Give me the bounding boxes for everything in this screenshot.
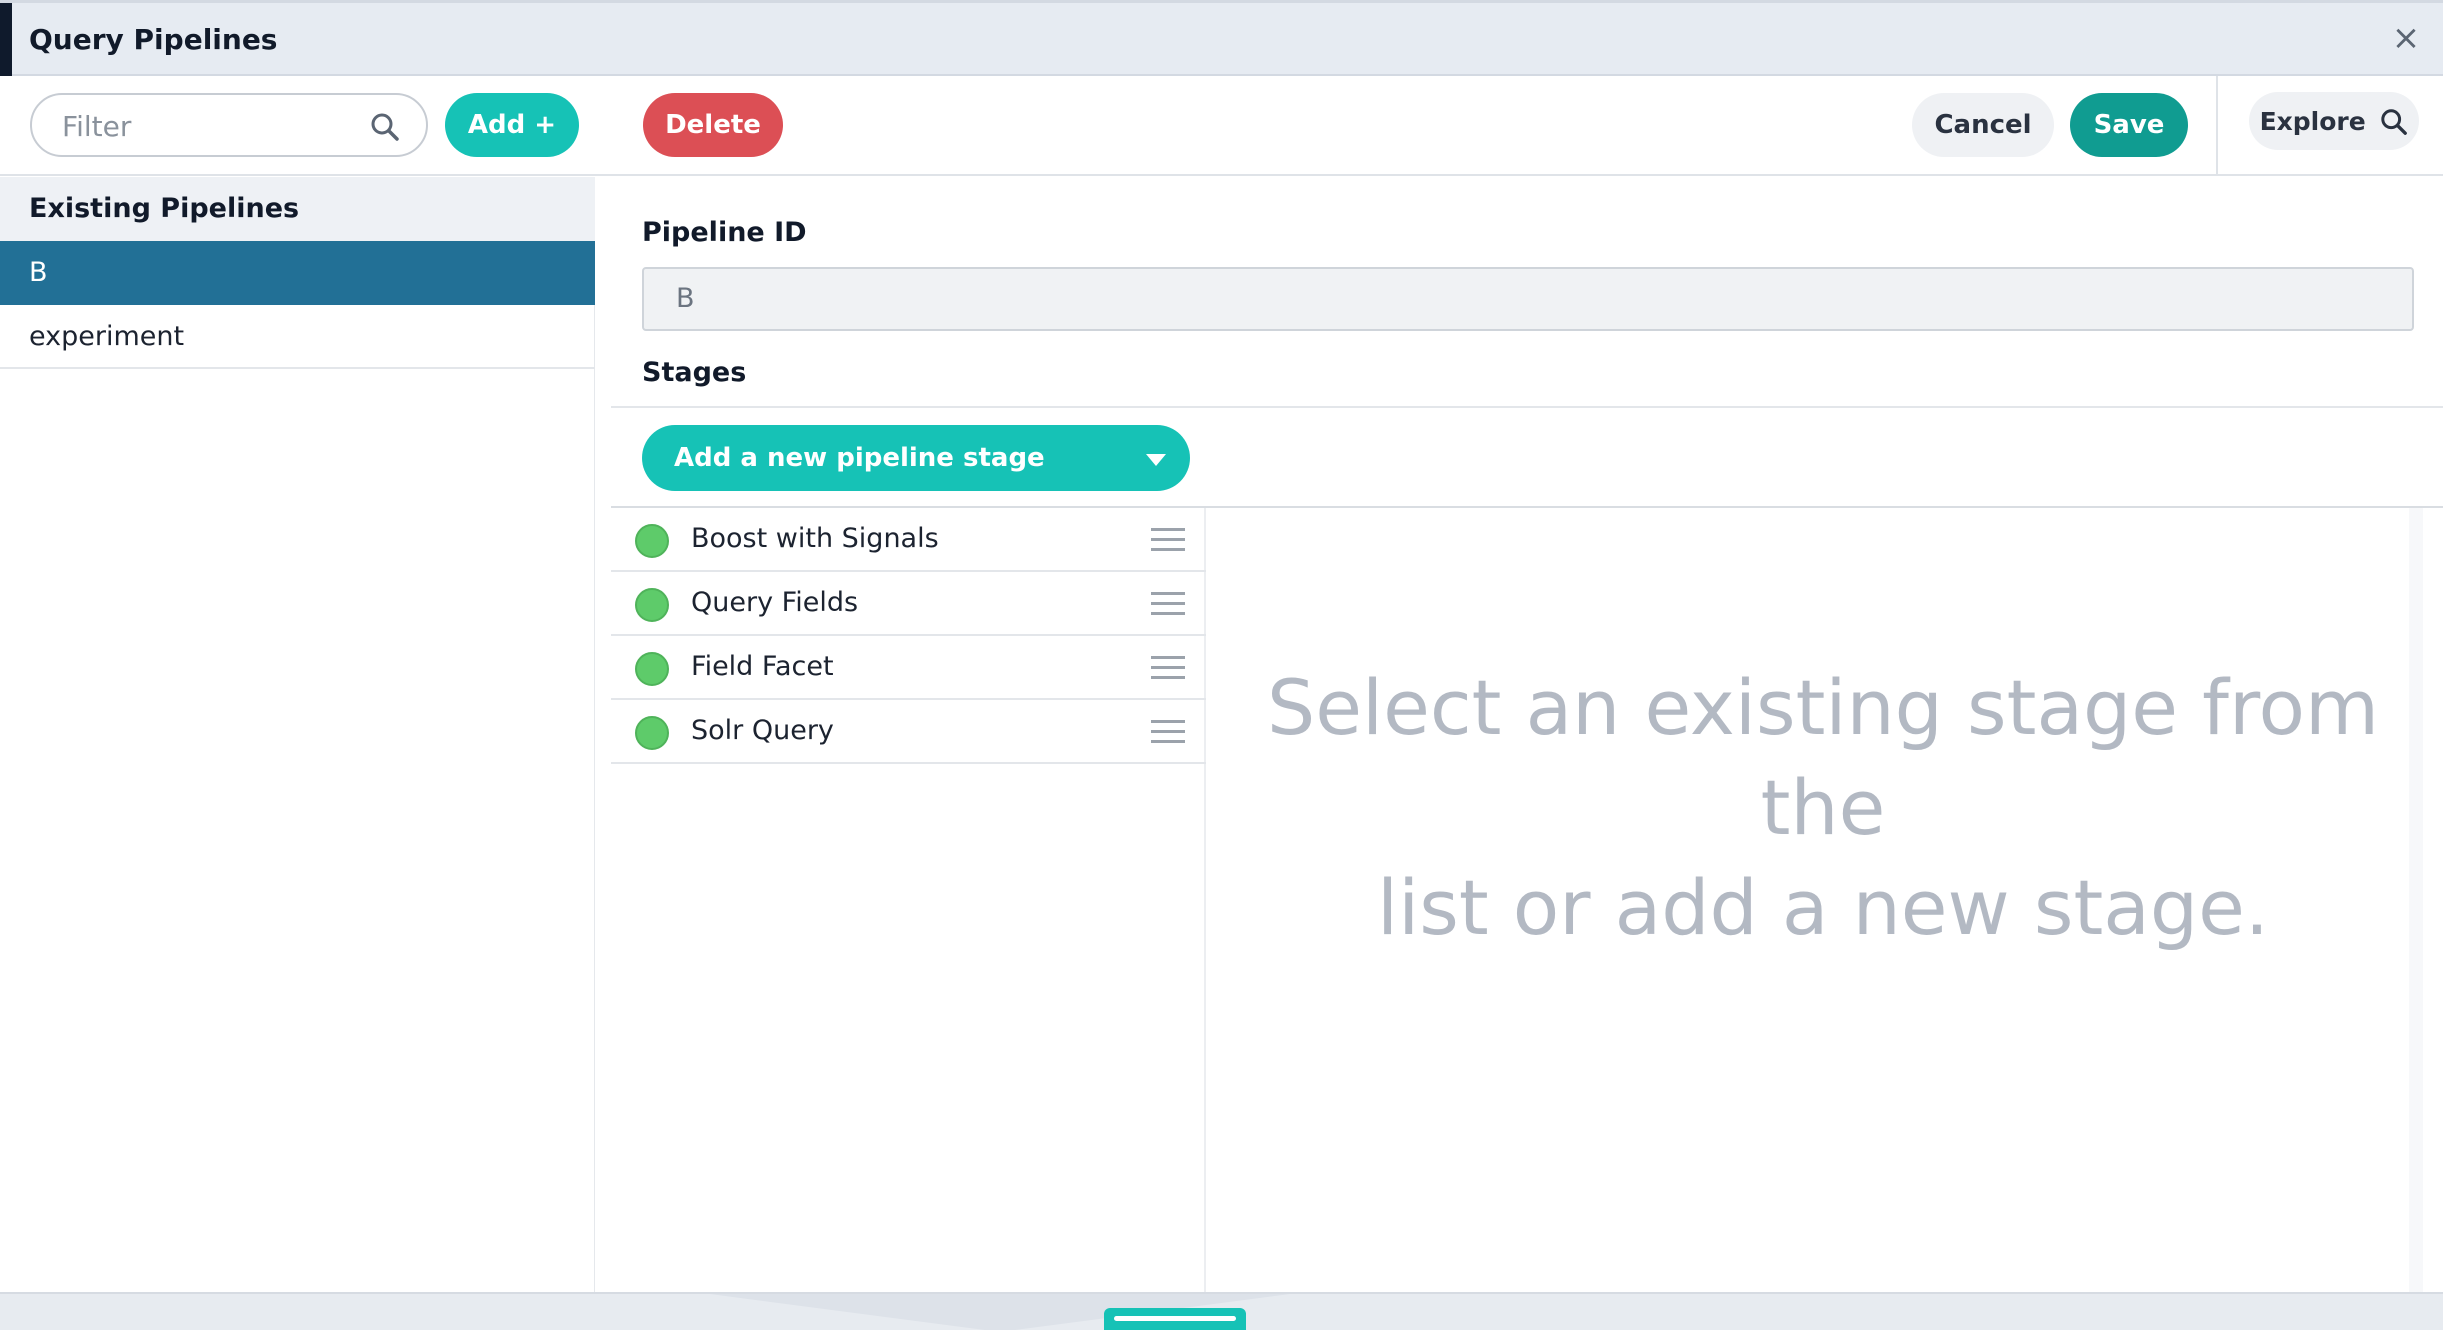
pipeline-id-field: B [642,267,2414,331]
stage-detail-panel: Select an existing stage from the list o… [1223,508,2423,1292]
search-icon [2381,109,2408,135]
drawer-handle[interactable] [1104,1308,1246,1330]
add-stage-label: Add a new pipeline stage [674,443,1045,473]
toolbar-divider [2216,76,2218,176]
pipelines-sidebar: Existing Pipelines B experiment [0,177,595,1292]
stage-name: Boost with Signals [691,523,939,554]
drag-handle-icon[interactable] [1151,528,1185,552]
bottom-bar [0,1292,2443,1330]
pipeline-id-label: Pipeline ID [642,217,807,248]
status-dot-icon[interactable] [635,524,669,558]
status-dot-icon[interactable] [635,716,669,750]
stage-row-boost-with-signals[interactable]: Boost with Signals [611,508,1206,572]
explore-label: Explore [2259,107,2366,136]
stage-list: Boost with Signals Query Fields Field Fa… [611,508,1206,1292]
empty-state-message: Select an existing stage from the list o… [1223,658,2423,958]
delete-pipeline-button[interactable]: Delete [643,93,783,157]
divider [611,406,2443,408]
cancel-button[interactable]: Cancel [1912,93,2054,157]
filter-input[interactable] [62,109,362,143]
stage-row-field-facet[interactable]: Field Facet [611,636,1206,700]
sidebar-item-b[interactable]: B [0,241,595,305]
status-dot-icon[interactable] [635,588,669,622]
search-icon[interactable] [370,112,400,142]
sidebar-heading: Existing Pipelines [0,177,595,241]
pipeline-editor: Pipeline ID B Stages Add a new pipeline … [596,177,2443,1292]
stage-name: Field Facet [691,651,834,682]
sidebar-item-experiment[interactable]: experiment [0,305,595,369]
stage-name: Query Fields [691,587,859,618]
empty-state-line: list or add a new stage. [1377,863,2269,952]
drag-handle-icon[interactable] [1151,720,1185,744]
filter-field[interactable] [30,93,428,157]
title-bar: Query Pipelines × [0,0,2443,76]
status-dot-icon[interactable] [635,652,669,686]
empty-state-line: Select an existing stage from the [1266,663,2380,852]
drag-handle-icon[interactable] [1151,656,1185,680]
stage-name: Solr Query [691,715,834,746]
close-icon[interactable]: × [2389,21,2423,55]
title-accent-stripe [0,3,12,76]
explore-button[interactable]: Explore [2249,92,2419,150]
window-title: Query Pipelines [29,23,278,56]
toolbar: Add + Delete Cancel Save Explore [0,76,2443,176]
stage-row-query-fields[interactable]: Query Fields [611,572,1206,636]
drag-handle-icon[interactable] [1151,592,1185,616]
stages-label: Stages [642,357,747,388]
add-pipeline-button[interactable]: Add + [445,93,579,157]
save-button[interactable]: Save [2070,93,2188,157]
caret-down-icon [1146,454,1166,466]
add-stage-dropdown[interactable]: Add a new pipeline stage [642,425,1190,491]
stage-row-solr-query[interactable]: Solr Query [611,700,1206,764]
